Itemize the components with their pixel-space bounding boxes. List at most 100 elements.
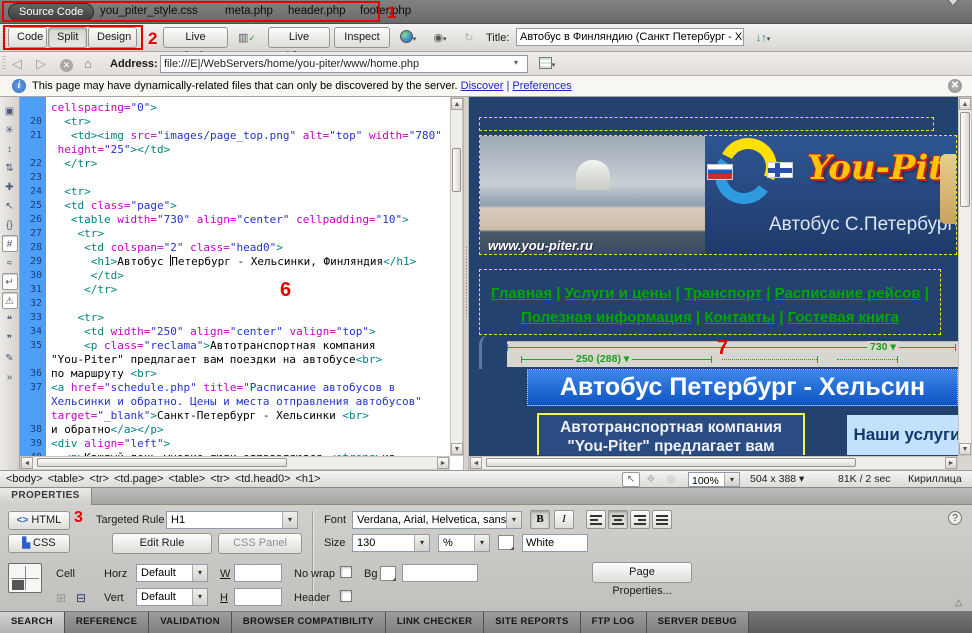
visual-aids-icon[interactable]: ◉▾ (428, 28, 452, 47)
move-or-convert-css-icon[interactable]: » (2, 368, 18, 385)
code-line[interactable]: 39<div align="left"> (20, 437, 450, 451)
code-line[interactable]: 28 <td colspan="2" class="head0"> (20, 241, 450, 255)
show-code-navigator-icon[interactable]: ✳ (2, 121, 18, 138)
vert-dropdown[interactable]: Default▾ (136, 588, 208, 606)
file-list-icon[interactable]: ▾ (536, 54, 558, 73)
code-line[interactable]: 38и обратно</a></p> (20, 423, 450, 437)
panel-tab-browser-compatibility[interactable]: BROWSER COMPATIBILITY (232, 612, 386, 633)
targeted-rule-dropdown[interactable]: H1▾ (166, 511, 298, 529)
code-line[interactable]: 27 <tr> (20, 227, 450, 241)
recent-snippets-icon[interactable]: ✎ (2, 349, 18, 366)
design-nav-menu[interactable]: Главная | Услуги и цены | Транспорт | Ра… (479, 269, 941, 335)
title-input[interactable]: Автобус в Финляндию (Санкт Петербург - Х… (516, 28, 744, 46)
check-browser-compatibility-icon[interactable]: ▥✓ (234, 28, 260, 47)
text-color-input[interactable]: White (522, 534, 588, 552)
w-input[interactable] (234, 564, 282, 582)
design-nav-link[interactable]: Расписание рейсов (775, 285, 921, 302)
file-get-put-icon[interactable]: ↓↑▾ (748, 28, 778, 47)
window-size-menu[interactable]: 504 x 388 ▾ (750, 472, 804, 487)
design-view[interactable]: www.you-piter.ru You-Piter Автобус С.Пет… (469, 97, 972, 470)
tag-selector-item[interactable]: <table> (48, 473, 85, 485)
design-nav-link[interactable]: Услуги и цены (565, 285, 672, 302)
code-line[interactable]: 21 <td><img src="images/page_top.png" al… (20, 129, 450, 143)
design-nav-link[interactable]: Транспорт (684, 285, 762, 302)
inspect-button[interactable]: Inspect (334, 27, 390, 48)
align-left-button[interactable] (586, 510, 606, 529)
preview-in-browser-icon[interactable]: ▾ (396, 28, 420, 47)
code-line[interactable]: cellspacing="0"> (20, 101, 450, 115)
code-line[interactable]: height="25"></td> (20, 143, 450, 157)
panel-tab-server-debug[interactable]: SERVER DEBUG (647, 612, 749, 633)
bg-color-swatch[interactable] (380, 566, 396, 581)
forward-icon[interactable]: ▷ (36, 56, 46, 72)
code-line[interactable]: 34 <td width="250" align="center" valign… (20, 325, 450, 339)
syntax-error-alerts-icon[interactable]: ⚠ (2, 292, 18, 309)
tag-selector-item[interactable]: <td.page> (114, 473, 164, 485)
panel-tab-validation[interactable]: VALIDATION (149, 612, 232, 633)
font-dropdown[interactable]: Verdana, Arial, Helvetica, sans-serif▾ (352, 511, 522, 529)
code-line[interactable]: 22 </tr> (20, 157, 450, 171)
address-input[interactable]: file:///E|/WebServers/home/you-piter/www… (160, 55, 528, 73)
code-horizontal-scrollbar[interactable]: ◄ ► (20, 456, 450, 470)
size-unit-dropdown[interactable]: %▾ (438, 534, 490, 552)
html-mode-button[interactable]: <>HTML (8, 511, 70, 530)
code-line[interactable]: target="_blank">Санкт-Петербург - Хельси… (20, 409, 450, 423)
no-wrap-checkbox[interactable] (340, 566, 352, 578)
code-line[interactable]: 31 </tr> (20, 283, 450, 297)
code-line[interactable]: 23 (20, 171, 450, 185)
text-color-swatch[interactable] (498, 535, 514, 550)
code-line[interactable]: 35 <p class="reclama">Автотранспортная к… (20, 339, 450, 353)
design-page-heading[interactable]: Автобус Петербург - Хельсин (527, 369, 958, 406)
design-nav-link[interactable]: Главная (491, 285, 552, 302)
design-nav-link[interactable]: Полезная информация (521, 309, 692, 326)
code-line[interactable]: 20 <tr> (20, 115, 450, 129)
design-nav-link[interactable]: Контакты (704, 309, 775, 326)
line-numbers-icon[interactable]: # (2, 235, 18, 252)
balance-braces-icon[interactable]: {} (2, 216, 18, 233)
h-input[interactable] (234, 588, 282, 606)
select-tool-icon[interactable]: ↖ (622, 472, 640, 487)
tag-selector-item[interactable]: <td.head0> (235, 473, 291, 485)
apply-comment-icon[interactable]: ❝ (2, 311, 18, 328)
align-center-button[interactable] (608, 510, 628, 529)
services-cell[interactable]: Наши услуги (847, 415, 967, 455)
code-line[interactable]: "You-Piter" предлагает вам поездки на ав… (20, 353, 450, 367)
collapse-selection-icon[interactable]: ⇅ (2, 159, 18, 176)
css-mode-button[interactable]: ▙CSS (8, 534, 70, 553)
discover-link[interactable]: Discover (461, 80, 504, 92)
edit-rule-button[interactable]: Edit Rule (112, 533, 212, 554)
panel-tab-search[interactable]: SEARCH (0, 612, 65, 633)
filter-icon[interactable] (946, 5, 962, 19)
size-dropdown[interactable]: 130▾ (352, 534, 430, 552)
code-line[interactable]: 33 <tr> (20, 311, 450, 325)
home-icon[interactable]: ⌂ (84, 56, 92, 71)
code-editor[interactable]: cellspacing="0">20 <tr>21 <td><img src="… (20, 101, 450, 456)
live-view-button[interactable]: Live View (268, 27, 330, 48)
header-checkbox[interactable] (340, 590, 352, 602)
properties-panel-tab[interactable]: PROPERTIES (0, 488, 92, 505)
remove-comment-icon[interactable]: ❞ (2, 330, 18, 347)
highlight-invalid-code-icon[interactable]: ≈ (2, 254, 18, 271)
magnification-dropdown[interactable]: 100%▾ (688, 472, 740, 487)
design-nav-link[interactable]: Гостевая книга (788, 309, 899, 326)
code-line[interactable]: 37<a href="schedule.php" title="Расписан… (20, 381, 450, 395)
split-cell-icon[interactable]: ⊟ (76, 591, 86, 605)
stop-icon[interactable]: ✕ (60, 56, 73, 72)
expand-all-icon[interactable]: ✚ (2, 178, 18, 195)
bold-button[interactable]: B (530, 510, 550, 529)
panel-tab-link-checker[interactable]: LINK CHECKER (386, 612, 484, 633)
address-bar-grip[interactable] (2, 56, 6, 71)
code-line[interactable]: 25 <td class="page"> (20, 199, 450, 213)
zoom-tool-icon[interactable]: ◎ (662, 472, 680, 487)
panel-tab-site-reports[interactable]: SITE REPORTS (484, 612, 580, 633)
tag-selector-item[interactable]: <tr> (210, 473, 230, 485)
live-code-button[interactable]: Live Code (163, 27, 228, 48)
reclama-cell[interactable]: Автотранспортная компания "You-Piter" пр… (537, 413, 805, 455)
hand-tool-icon[interactable]: ✥ (642, 472, 660, 487)
code-line[interactable]: 30 </td> (20, 269, 450, 283)
close-icon[interactable]: ✕ (948, 79, 962, 93)
italic-button[interactable]: I (554, 510, 574, 529)
align-right-button[interactable] (630, 510, 650, 529)
back-icon[interactable]: ◁ (12, 56, 22, 72)
code-view[interactable]: cellspacing="0">20 <tr>21 <td><img src="… (20, 97, 463, 470)
